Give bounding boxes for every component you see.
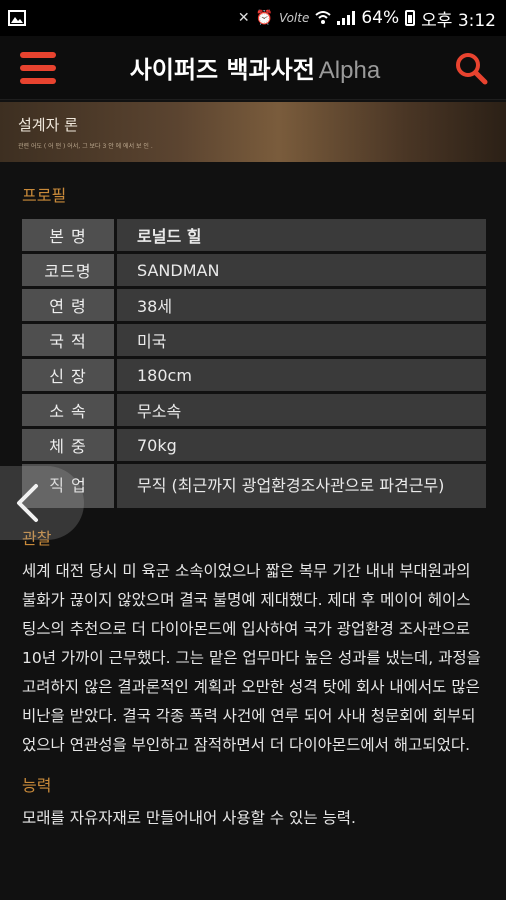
table-row: 직 업 무직 (최근까지 광업환경조사관으로 파견근무) (22, 464, 486, 508)
profile-key: 신 장 (22, 359, 114, 391)
wifi-icon (315, 11, 331, 24)
profile-value: 미국 (114, 324, 486, 356)
alarm-icon: ⏰ (255, 10, 274, 26)
mute-icon: ✕ (237, 10, 250, 26)
menu-button[interactable] (20, 51, 56, 84)
profile-value: 무소속 (114, 394, 486, 426)
ability-heading: 능력 (22, 776, 52, 795)
profile-key: 본 명 (22, 219, 114, 251)
profile-key: 국 적 (22, 324, 114, 356)
back-button[interactable] (0, 466, 84, 540)
profile-key: 체 중 (22, 429, 114, 461)
profile-value: SANDMAN (114, 254, 486, 286)
status-bar: ✕ ⏰ Volte 64% 오후 3:12 (0, 0, 506, 36)
clock: 오후 3:12 (421, 10, 496, 31)
volte-label: Volte (279, 11, 310, 25)
profile-table: 본 명 로널드 힐 코드명 SANDMAN 연 령 38세 국 적 미국 신 장… (22, 216, 486, 511)
app-title-sub: Alpha (318, 57, 381, 84)
profile-value: 무직 (최근까지 광업환경조사관으로 파견근무) (114, 464, 486, 508)
app-title-main: 사이퍼즈 백과사전 (129, 56, 315, 84)
observation-text: 세계 대전 당시 미 육군 소속이었으나 짧은 복무 기간 내내 부대원과의 불… (22, 562, 481, 754)
search-icon[interactable] (454, 51, 488, 85)
battery-text: 64% (361, 8, 400, 28)
profile-key: 연 령 (22, 289, 114, 321)
app-bar: 사이퍼즈 백과사전 Alpha (0, 36, 506, 100)
profile-value: 70kg (114, 429, 486, 461)
profile-key: 코드명 (22, 254, 114, 286)
profile-value: 로널드 힐 (114, 219, 486, 251)
signal-icon (337, 11, 356, 25)
table-row: 국 적 미국 (22, 324, 486, 356)
table-row: 신 장 180cm (22, 359, 486, 391)
hamburger-bar (20, 77, 56, 84)
hamburger-icon (20, 51, 56, 58)
app-title: 사이퍼즈 백과사전 Alpha (130, 50, 380, 85)
ability-text: 모래를 자유자재로 만들어내어 사용할 수 있는 능력. (22, 809, 356, 827)
hamburger-bar (20, 64, 56, 71)
observation-heading: 관찰 (22, 529, 52, 548)
table-row: 연 령 38세 (22, 289, 486, 321)
chevron-left-icon (17, 484, 38, 522)
image-icon (8, 10, 26, 26)
character-banner: 설계자 론 관련 어도 ( 어 떤 ) 어서, 그 보다 3 안 에 에서 보 … (0, 102, 506, 162)
profile-value: 38세 (114, 289, 486, 321)
banner-subtitle: 관련 어도 ( 어 떤 ) 어서, 그 보다 3 안 에 에서 보 인 . (18, 143, 153, 150)
profile-value: 180cm (114, 359, 486, 391)
profile-key: 소 속 (22, 394, 114, 426)
profile-heading: 프로필 (22, 186, 67, 205)
table-row: 본 명 로널드 힐 (22, 219, 486, 251)
table-row: 코드명 SANDMAN (22, 254, 486, 286)
battery-icon (405, 10, 416, 26)
table-row: 소 속 무소속 (22, 394, 486, 426)
table-row: 체 중 70kg (22, 429, 486, 461)
banner-title: 설계자 론 (18, 116, 78, 134)
